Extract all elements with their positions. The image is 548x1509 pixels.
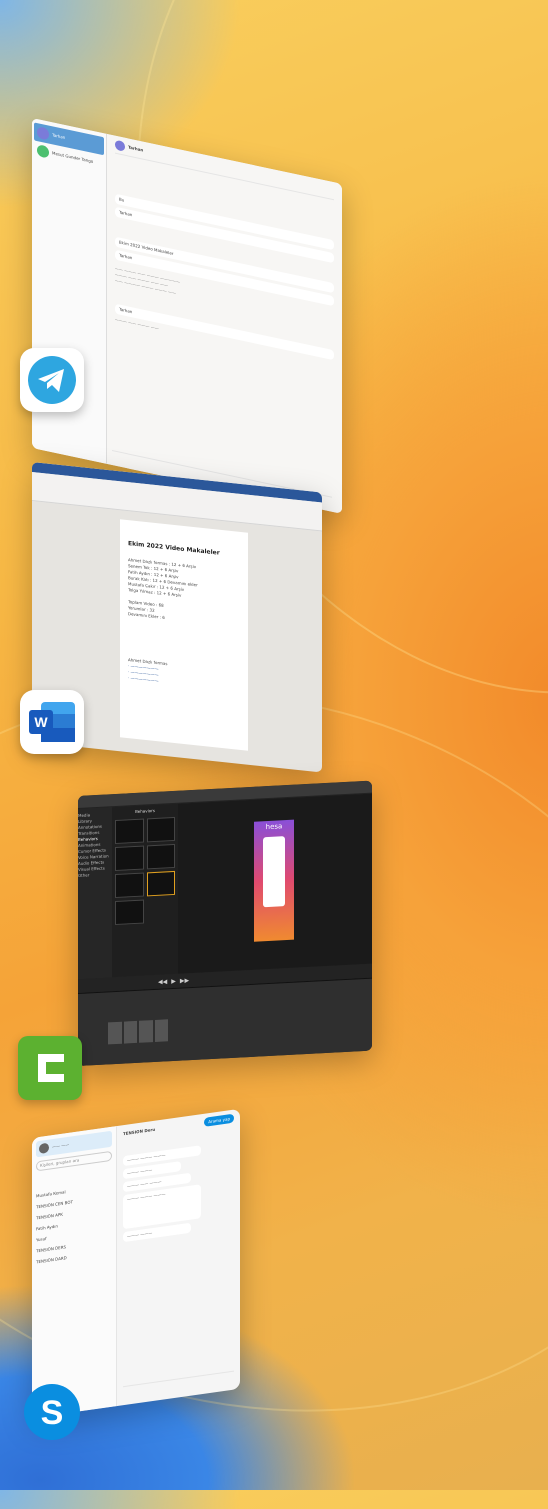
telegram-app-icon[interactable] (20, 348, 84, 412)
video-preview: hesa (254, 819, 294, 942)
camtasia-window[interactable]: Media Library Annotations Transitions Be… (78, 780, 372, 1066)
avatar (37, 144, 49, 159)
chat-name: Tarhan (52, 132, 66, 141)
skype-app-icon[interactable]: S (20, 1380, 84, 1444)
behavior-thumb[interactable] (115, 872, 144, 899)
conversation-title: TENSION Deru (123, 1126, 156, 1136)
message: ——— ——— ——— (123, 1184, 201, 1230)
word-page: Ekim 2022 Video Makaleler Ahmet Dazlı fo… (120, 519, 248, 751)
camtasia-sidebar: Media Library Annotations Transitions Be… (78, 807, 112, 979)
timeline-clip[interactable] (139, 1020, 153, 1043)
svg-text:W: W (34, 714, 48, 730)
skype-window[interactable]: —— —— Kişileri, grupları ara Mustafa Kem… (32, 1108, 240, 1418)
avatar[interactable] (39, 1142, 49, 1155)
telegram-chat-list: Tarhan Mesut Gunder Tango (32, 118, 107, 464)
telegram-icon (28, 356, 76, 404)
timeline-clip[interactable] (123, 1020, 137, 1044)
word-app-icon[interactable]: W (20, 690, 84, 754)
message-input[interactable] (123, 1370, 234, 1396)
sidebar-item[interactable]: Other (78, 871, 112, 879)
chat-name: Mesut Gunder Tango (52, 150, 94, 165)
behavior-thumb[interactable] (146, 816, 175, 843)
behavior-thumb[interactable] (115, 845, 144, 872)
behavior-thumb[interactable] (146, 843, 175, 870)
camtasia-icon (38, 1054, 64, 1082)
canvas-area[interactable]: hesa (178, 793, 372, 974)
skype-sidebar: —— —— Kişileri, grupları ara Mustafa Kem… (32, 1126, 117, 1418)
profile-name: —— —— (52, 1141, 70, 1150)
behavior-thumb[interactable] (146, 870, 175, 897)
behavior-thumb[interactable] (115, 818, 144, 845)
timeline-clip[interactable] (154, 1019, 168, 1042)
word-icon: W (29, 702, 75, 742)
search-placeholder: Kişileri, grupları ara (40, 1157, 80, 1168)
timeline-clip[interactable] (108, 1021, 122, 1045)
forward-icon[interactable]: ▶▶ (180, 977, 189, 984)
behaviors-panel: Behaviors (112, 803, 178, 978)
play-icon[interactable]: ▶ (171, 977, 176, 984)
timeline[interactable] (78, 977, 372, 1066)
avatar (115, 139, 125, 152)
timeline-track (108, 1019, 168, 1045)
preview-text: hesa (265, 822, 283, 832)
camtasia-app-icon[interactable] (18, 1036, 82, 1100)
avatar (37, 126, 49, 141)
doc-heading: Ekim 2022 Video Makaleler (128, 540, 220, 557)
panel-title: Behaviors (135, 807, 155, 815)
conversation-title: Tarhan (128, 144, 144, 153)
telegram-window[interactable]: Tarhan Mesut Gunder Tango Tarhan Bu Tarh… (32, 118, 342, 514)
call-button[interactable]: Arama yap (204, 1113, 234, 1127)
behavior-thumb[interactable] (115, 899, 144, 926)
skype-icon: S (24, 1384, 80, 1440)
skype-conversation: TENSION Deru Arama yap ——— ——— ——— ——— —… (117, 1109, 240, 1406)
telegram-conversation: Tarhan Bu Tarhan Ekim 2022 Video Makalel… (107, 133, 342, 514)
rewind-icon[interactable]: ◀◀ (158, 978, 167, 985)
phone-mockup (263, 836, 285, 908)
svg-text:S: S (41, 1394, 64, 1432)
